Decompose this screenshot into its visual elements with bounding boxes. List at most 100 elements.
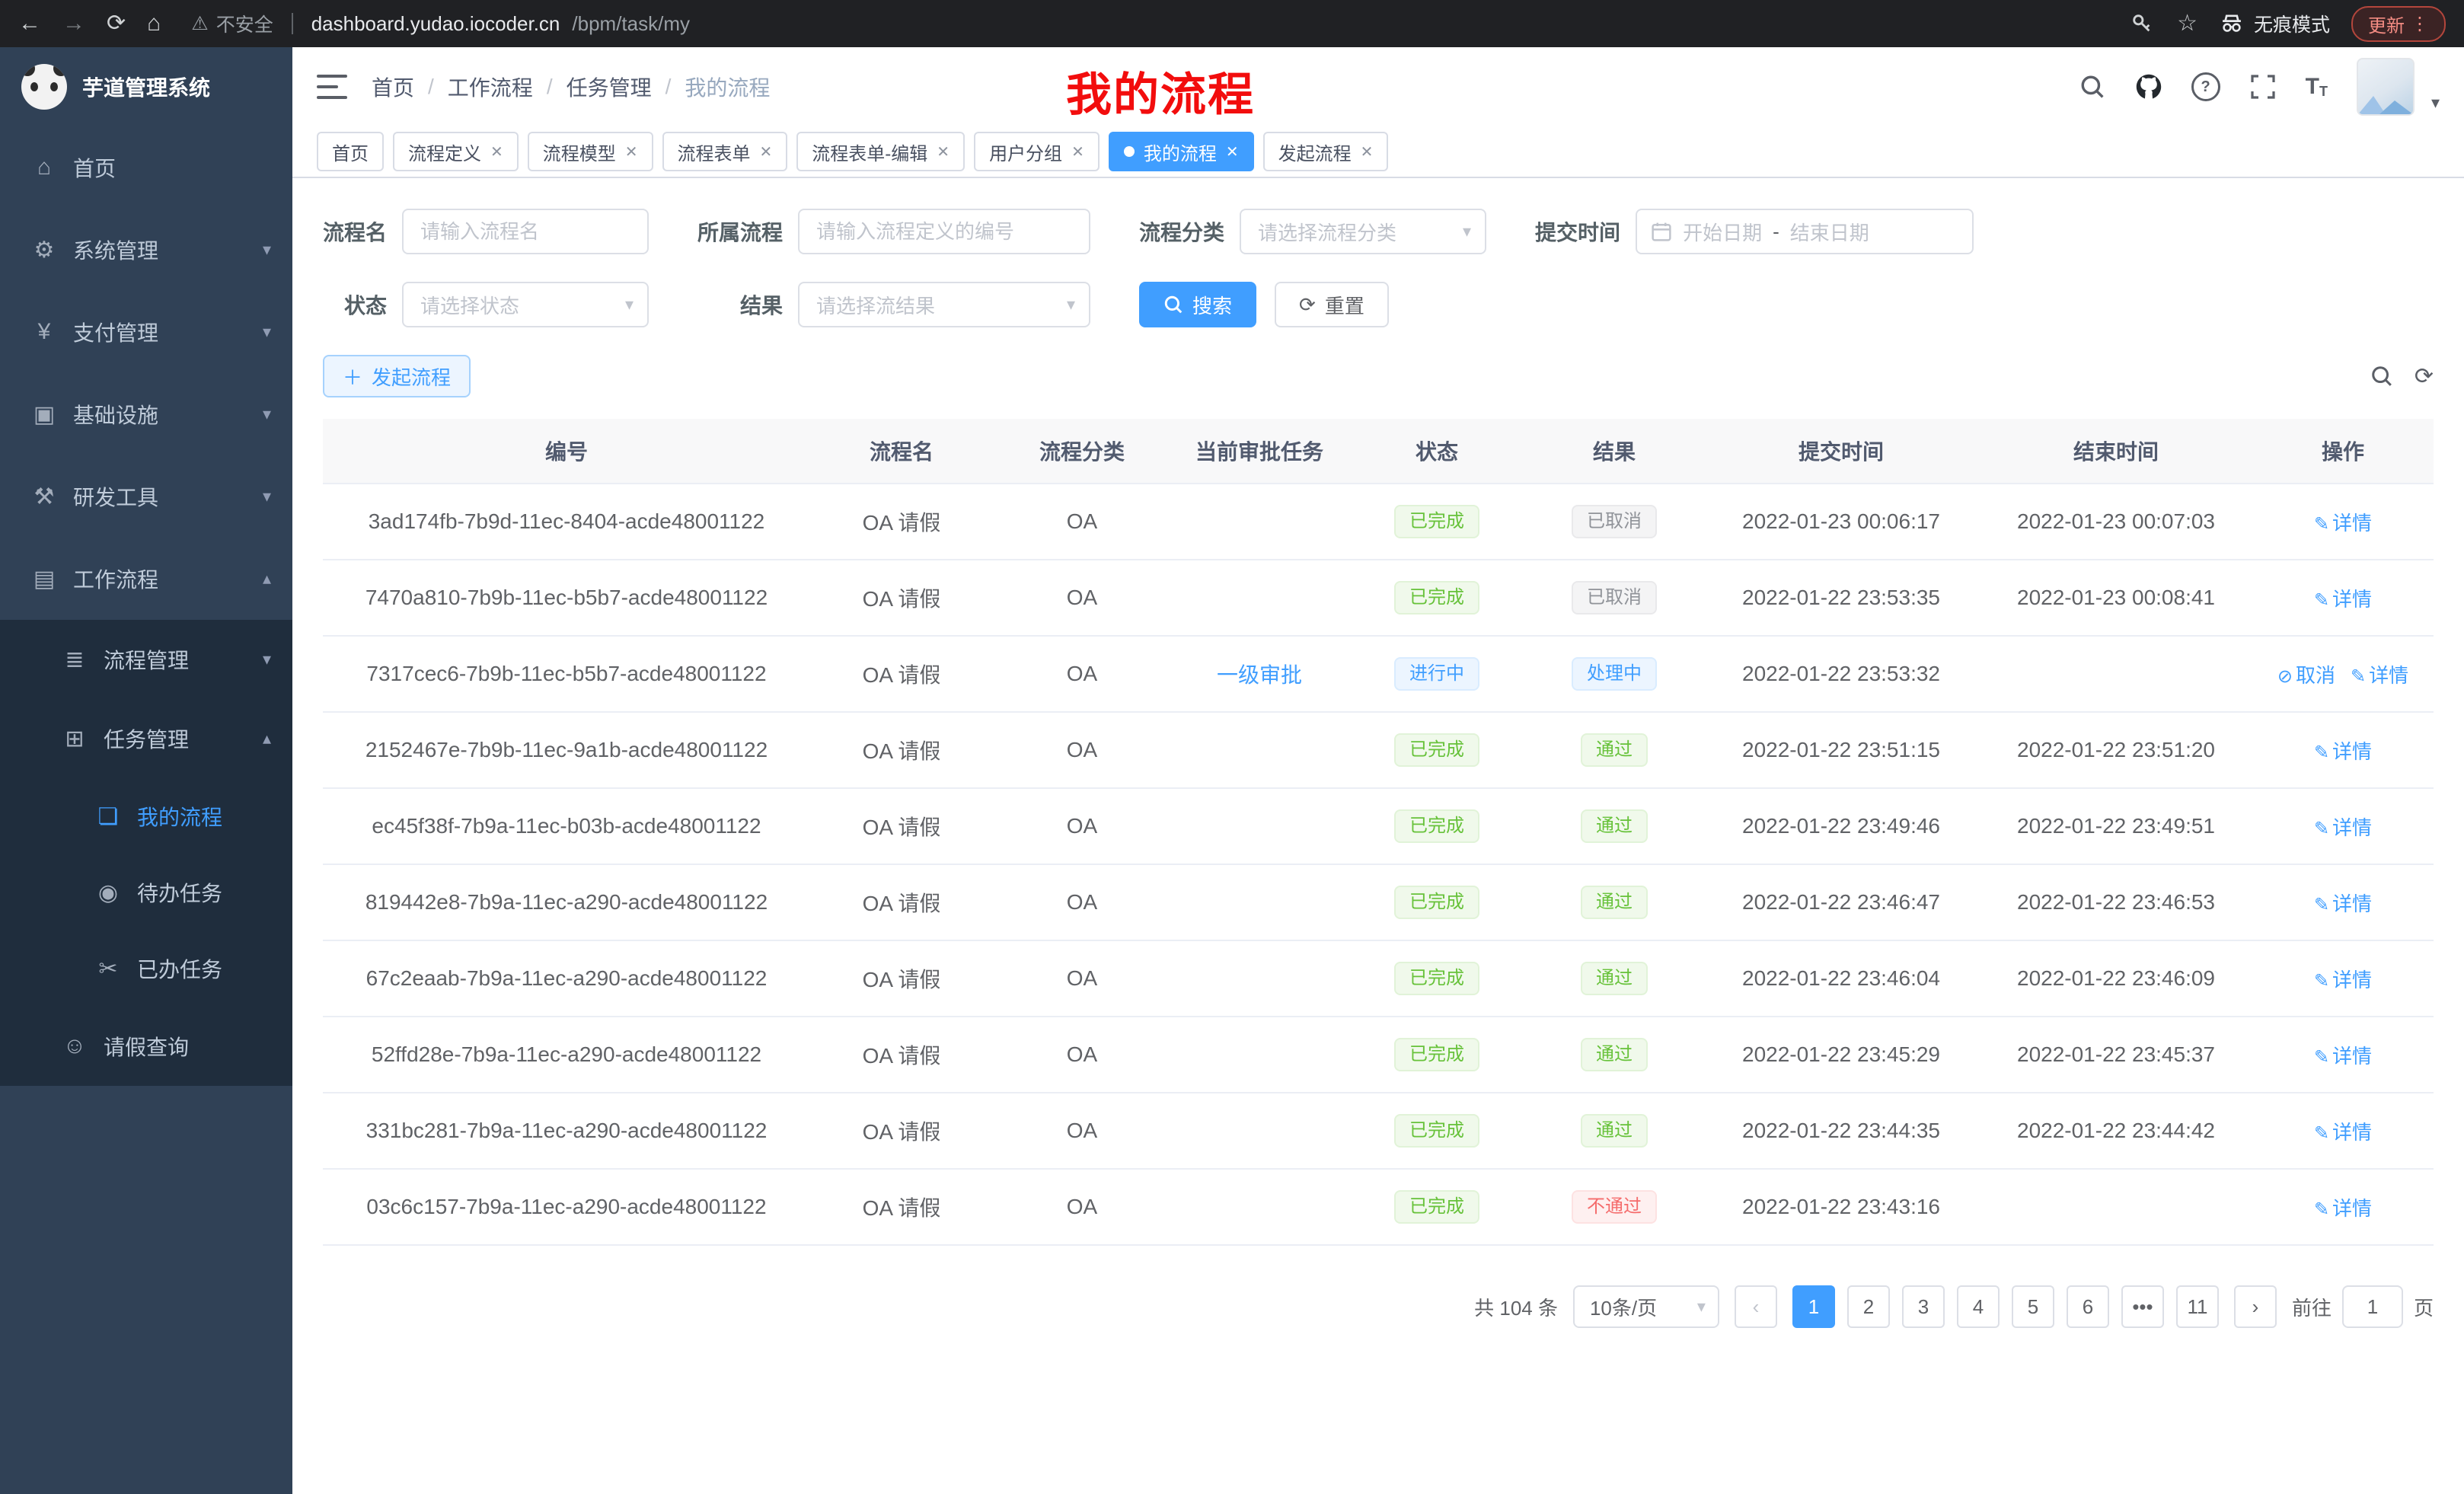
app-logo[interactable]: 芋道管理系统 bbox=[0, 47, 292, 126]
tab-流程定义[interactable]: 流程定义✕ bbox=[393, 132, 519, 171]
search-icon[interactable] bbox=[2079, 73, 2106, 101]
sidebar-item-支付管理[interactable]: ¥支付管理▾ bbox=[0, 291, 292, 373]
user-avatar[interactable] bbox=[2357, 58, 2415, 116]
back-icon[interactable]: ← bbox=[18, 12, 41, 35]
date-range-picker[interactable]: 开始日期 - 结束日期 bbox=[1636, 209, 1974, 254]
table-row: 7317cec6-7b9b-11ec-b5b7-acde48001122OA 请… bbox=[323, 636, 2434, 712]
sidebar-item-已办任务[interactable]: ✂已办任务 bbox=[0, 931, 292, 1007]
sidebar-item-基础设施[interactable]: ▣基础设施▾ bbox=[0, 373, 292, 455]
edit-icon: ✎ bbox=[2314, 514, 2329, 535]
row-end-time: 2022-01-22 23:45:37 bbox=[1980, 1017, 2252, 1093]
fullscreen-icon[interactable] bbox=[2249, 73, 2277, 101]
tab-流程模型[interactable]: 流程模型✕ bbox=[528, 132, 653, 171]
incognito-badge[interactable]: 无痕模式 bbox=[2219, 10, 2330, 37]
bookmark-star-icon[interactable]: ☆ bbox=[2177, 12, 2197, 35]
page-button-2[interactable]: 2 bbox=[1847, 1285, 1890, 1328]
close-icon[interactable]: ✕ bbox=[625, 142, 638, 161]
detail-action-link[interactable]: ✎详情 bbox=[2351, 664, 2408, 687]
reset-button[interactable]: ⟳ 重置 bbox=[1275, 282, 1389, 327]
breadcrumb-task[interactable]: 任务管理 bbox=[567, 72, 652, 102]
prev-page-button[interactable]: ‹ bbox=[1735, 1285, 1777, 1328]
detail-action-link[interactable]: ✎详情 bbox=[2314, 969, 2372, 991]
tab-label: 流程表单-编辑 bbox=[812, 139, 927, 165]
close-icon[interactable]: ✕ bbox=[1071, 142, 1084, 161]
category-select[interactable]: 请选择流程分类 ▾ bbox=[1240, 209, 1486, 254]
search-button[interactable]: 搜索 bbox=[1139, 282, 1256, 327]
sidebar-item-待办任务[interactable]: ◉待办任务 bbox=[0, 854, 292, 931]
row-id: 52ffd28e-7b9a-11ec-a290-acde48001122 bbox=[323, 1017, 810, 1093]
sidebar-item-研发工具[interactable]: ⚒研发工具▾ bbox=[0, 455, 292, 538]
page-ellipsis[interactable]: ••• bbox=[2121, 1285, 2164, 1328]
sidebar-submenu: ≣流程管理▾⊞任务管理▴❏我的流程◉待办任务✂已办任务☺请假查询 bbox=[0, 620, 292, 1086]
collapse-menu-icon[interactable] bbox=[317, 75, 347, 99]
column-header-结束时间: 结束时间 bbox=[1980, 419, 2252, 484]
page-button-11[interactable]: 11 bbox=[2176, 1285, 2219, 1328]
detail-action-link[interactable]: ✎详情 bbox=[2314, 740, 2372, 763]
table-row: 3ad174fb-7b9d-11ec-8404-acde48001122OA 请… bbox=[323, 484, 2434, 560]
reload-icon[interactable]: ⟳ bbox=[107, 12, 126, 35]
sidebar-item-系统管理[interactable]: ⚙系统管理▾ bbox=[0, 209, 292, 291]
tab-发起流程[interactable]: 发起流程✕ bbox=[1263, 132, 1389, 171]
close-icon[interactable]: ✕ bbox=[1361, 142, 1374, 161]
create-process-button[interactable]: ＋ 发起流程 bbox=[323, 355, 471, 397]
detail-action-link[interactable]: ✎详情 bbox=[2314, 588, 2372, 611]
github-icon[interactable] bbox=[2135, 73, 2162, 101]
toggle-search-icon[interactable] bbox=[2370, 365, 2393, 388]
close-icon[interactable]: ✕ bbox=[490, 142, 503, 161]
goto-page-input[interactable] bbox=[2342, 1285, 2403, 1328]
update-button[interactable]: 更新 ⋮ bbox=[2351, 6, 2446, 42]
sidebar-item-首页[interactable]: ⌂首页 bbox=[0, 126, 292, 209]
current-task-link[interactable]: 一级审批 bbox=[1217, 663, 1302, 687]
process-name-input[interactable] bbox=[402, 209, 649, 254]
page-button-4[interactable]: 4 bbox=[1957, 1285, 2000, 1328]
forward-icon[interactable]: → bbox=[62, 12, 85, 35]
sidebar-item-请假查询[interactable]: ☺请假查询 bbox=[0, 1007, 292, 1086]
key-icon[interactable] bbox=[2128, 10, 2156, 37]
sidebar-item-任务管理[interactable]: ⊞任务管理▴ bbox=[0, 699, 292, 778]
tab-我的流程[interactable]: 我的流程✕ bbox=[1109, 132, 1254, 171]
refresh-table-icon[interactable]: ⟳ bbox=[2415, 363, 2434, 390]
detail-action-link[interactable]: ✎详情 bbox=[2314, 512, 2372, 535]
sidebar-item-我的流程[interactable]: ❏我的流程 bbox=[0, 778, 292, 854]
help-icon[interactable]: ? bbox=[2191, 72, 2220, 101]
detail-action-link[interactable]: ✎详情 bbox=[2314, 1121, 2372, 1144]
breadcrumb-workflow[interactable]: 工作流程 bbox=[448, 72, 533, 102]
process-def-input[interactable] bbox=[798, 209, 1090, 254]
close-icon[interactable]: ✕ bbox=[937, 142, 950, 161]
home-nav-icon[interactable]: ⌂ bbox=[147, 12, 161, 35]
edit-icon: ✎ bbox=[2314, 590, 2329, 611]
page-size-select[interactable]: 10条/页 ▾ bbox=[1573, 1285, 1719, 1328]
detail-action-link[interactable]: ✎详情 bbox=[2314, 1197, 2372, 1220]
page-button-1[interactable]: 1 bbox=[1792, 1285, 1835, 1328]
detail-action-link[interactable]: ✎详情 bbox=[2314, 1045, 2372, 1068]
result-select[interactable]: 请选择流结果 ▾ bbox=[798, 282, 1090, 327]
tab-流程表单-编辑[interactable]: 流程表单-编辑 ✕ bbox=[796, 132, 965, 171]
tab-流程表单[interactable]: 流程表单✕ bbox=[662, 132, 788, 171]
page-button-6[interactable]: 6 bbox=[2067, 1285, 2109, 1328]
sidebar-item-流程管理[interactable]: ≣流程管理▾ bbox=[0, 620, 292, 699]
avatar-caret-icon[interactable]: ▾ bbox=[2431, 93, 2440, 116]
chevron-down-icon: ▾ bbox=[1067, 295, 1075, 314]
tab-用户分组[interactable]: 用户分组✕ bbox=[974, 132, 1100, 171]
cancel-action-link[interactable]: ⊘取消 bbox=[2277, 664, 2335, 687]
row-end-time: 2022-01-23 00:07:03 bbox=[1980, 484, 2252, 560]
address-bar[interactable]: ⚠ 不安全 dashboard.yudao.iocoder.cn/bpm/tas… bbox=[191, 10, 2107, 37]
page-numbers: 123456 ••• 11 bbox=[1792, 1285, 2219, 1328]
next-page-button[interactable]: › bbox=[2234, 1285, 2277, 1328]
font-size-icon[interactable]: TT bbox=[2306, 75, 2328, 98]
row-id: 7317cec6-7b9b-11ec-b5b7-acde48001122 bbox=[323, 636, 810, 712]
breadcrumb-home[interactable]: 首页 bbox=[372, 72, 414, 102]
row-process-name: OA 请假 bbox=[810, 1169, 993, 1245]
detail-action-link[interactable]: ✎详情 bbox=[2314, 892, 2372, 915]
row-result: 通过 bbox=[1526, 712, 1703, 788]
close-icon[interactable]: ✕ bbox=[1226, 142, 1239, 161]
tab-首页[interactable]: 首页 bbox=[317, 132, 384, 171]
sidebar-item-label: 我的流程 bbox=[137, 801, 222, 832]
security-status[interactable]: ⚠ 不安全 bbox=[191, 10, 273, 37]
detail-action-link[interactable]: ✎详情 bbox=[2314, 816, 2372, 839]
status-select[interactable]: 请选择状态 ▾ bbox=[402, 282, 649, 327]
page-button-5[interactable]: 5 bbox=[2012, 1285, 2054, 1328]
sidebar-item-工作流程[interactable]: ▤工作流程▴ bbox=[0, 538, 292, 620]
page-button-3[interactable]: 3 bbox=[1902, 1285, 1945, 1328]
close-icon[interactable]: ✕ bbox=[760, 142, 773, 161]
